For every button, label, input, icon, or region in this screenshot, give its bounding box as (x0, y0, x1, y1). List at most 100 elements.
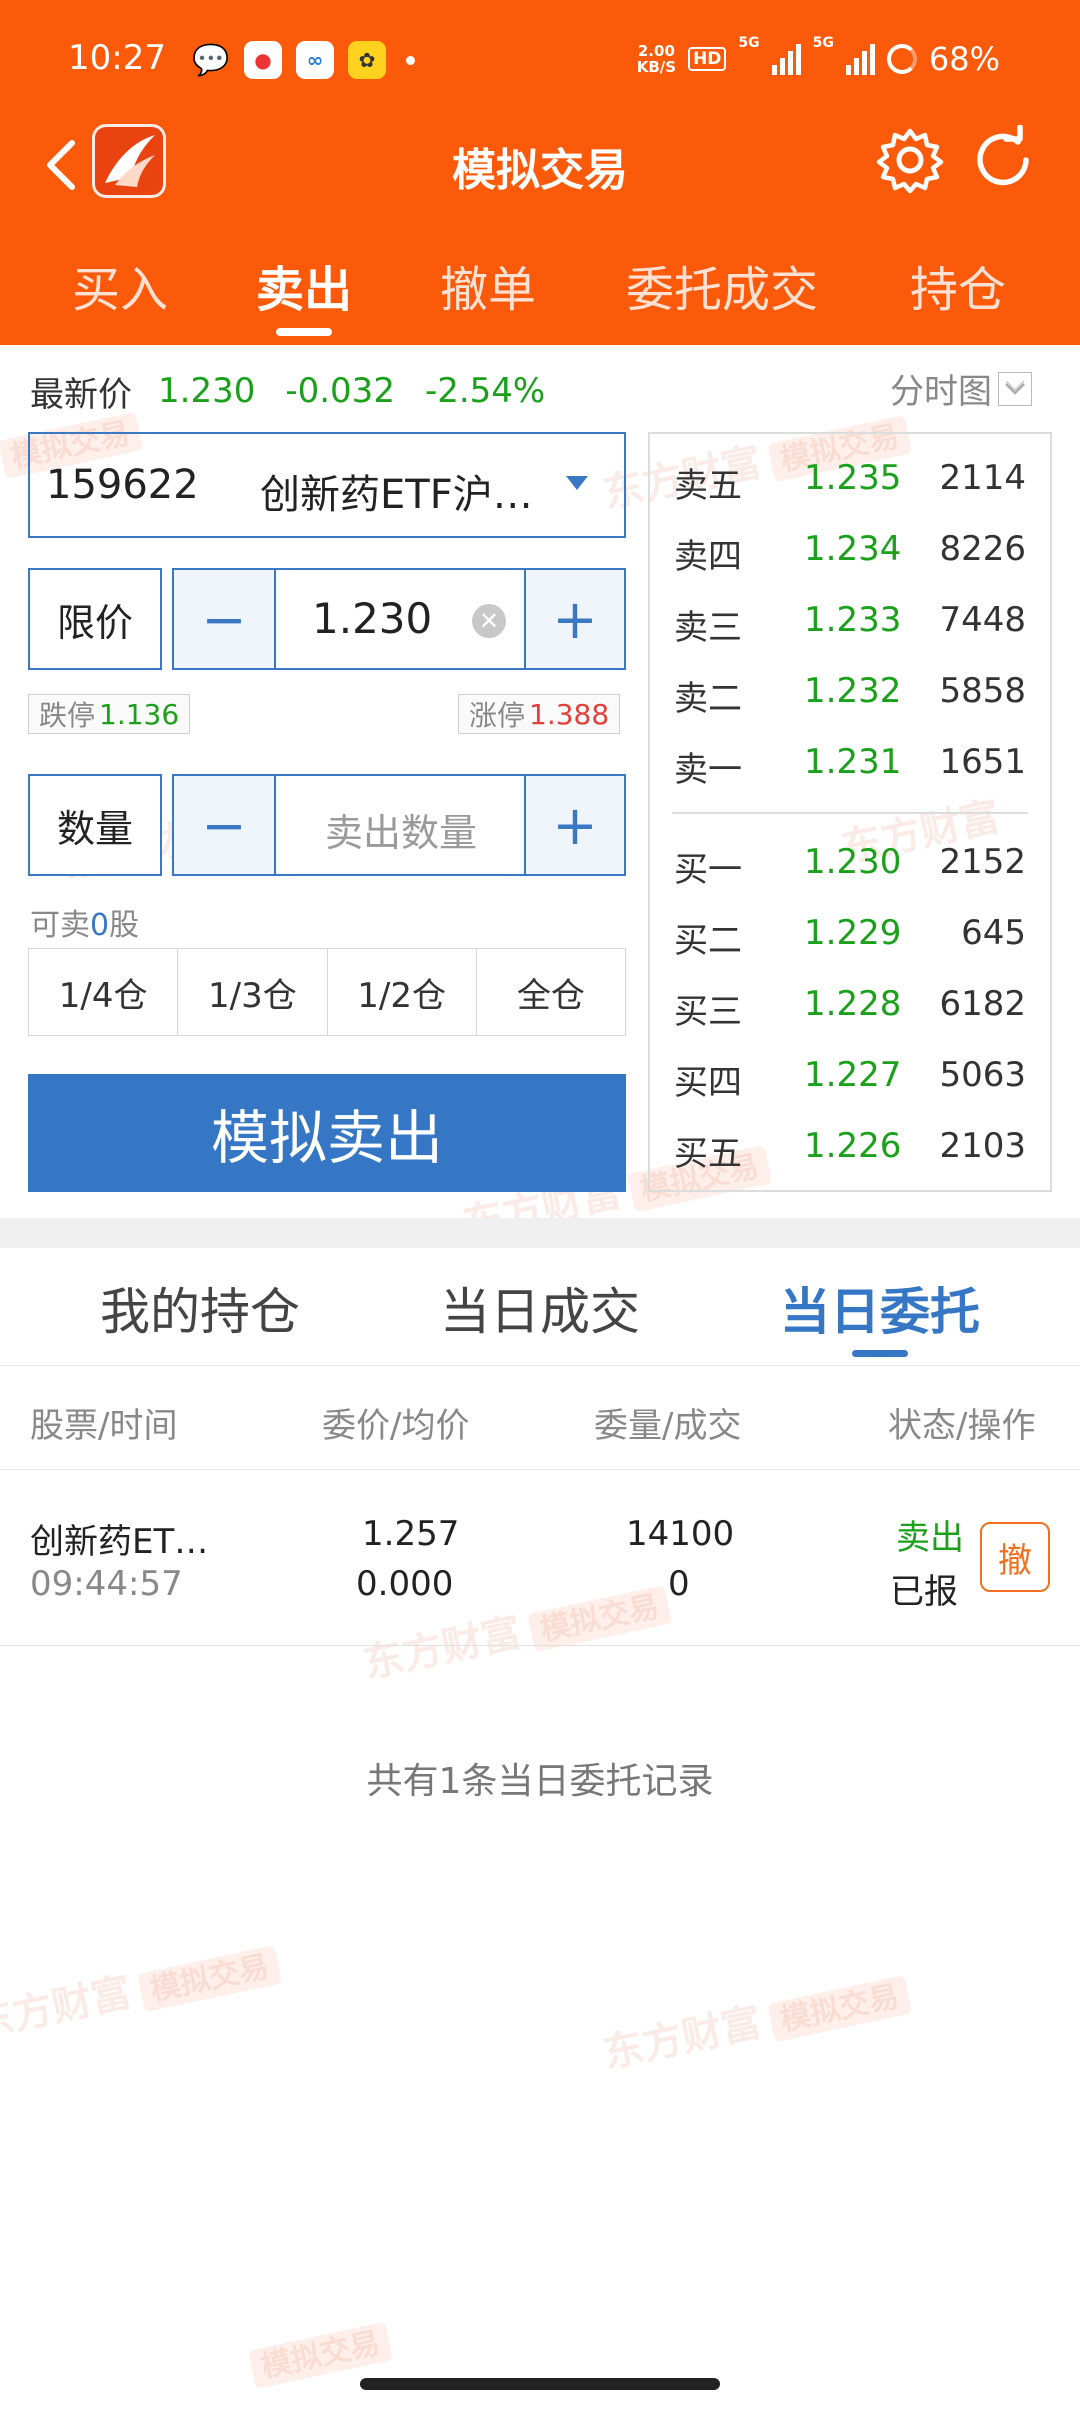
column-header: 委量/成交 (594, 1406, 742, 1446)
tab-orders-fills[interactable]: 委托成交 (626, 250, 818, 320)
portion-half-button[interactable]: 1/2仓 (328, 949, 477, 1035)
refresh-button[interactable] (968, 124, 1038, 195)
bid-row[interactable]: 买五 1.226 2103 (650, 1110, 1050, 1180)
records-tabs: 我的持仓 当日成交 当日委托 (0, 1248, 1080, 1366)
order-stock-name: 创新药ET… (30, 1522, 209, 1562)
section-divider (0, 1218, 1080, 1248)
net-type-label-2: 5G (812, 35, 834, 51)
refresh-icon (977, 124, 1029, 186)
tab-sell[interactable]: 卖出 (256, 250, 352, 320)
quantity-decrease-button[interactable]: − (172, 774, 276, 876)
intraday-chart-label: 分时图 (890, 372, 992, 412)
filled-quantity: 0 (668, 1564, 690, 1604)
order-time: 09:44:57 (30, 1564, 183, 1604)
price-decrease-button[interactable]: − (172, 568, 276, 670)
intraday-chart-toggle[interactable]: 分时图 (890, 364, 1032, 413)
status-bar: 10:27 💬 ● ∞ ✿ 2.00 KB/S HD 5G 5G 68% (0, 0, 1080, 120)
order-side: 卖出 (896, 1518, 964, 1558)
home-indicator[interactable] (360, 2378, 720, 2390)
tab-buy[interactable]: 买入 (72, 250, 168, 320)
ask-row[interactable]: 卖三 1.233 7448 (650, 584, 1050, 654)
column-header: 委价/均价 (322, 1406, 470, 1446)
price-type-selector[interactable]: 限价 (28, 568, 162, 670)
bid-row[interactable]: 买二 1.229 645 (650, 897, 1050, 967)
app-notification-icon: ● (244, 41, 282, 79)
tab-positions[interactable]: 持仓 (910, 250, 1006, 320)
clear-icon[interactable]: ✕ (472, 604, 506, 638)
average-price: 0.000 (356, 1564, 454, 1604)
quantity-increase-button[interactable]: + (524, 774, 626, 876)
latest-price-label: 最新价 (30, 374, 132, 415)
chevron-down-icon (998, 371, 1032, 406)
price-input[interactable]: 1.230 ✕ (276, 568, 526, 670)
portion-full-button[interactable]: 全仓 (477, 949, 625, 1035)
dropdown-arrow-icon (566, 476, 588, 490)
battery-percent: 68% (928, 40, 1000, 78)
status-right: 2.00 KB/S HD 5G 5G 68% (637, 36, 1000, 82)
net-type-label: 5G (738, 35, 760, 51)
price-increase-button[interactable]: + (524, 568, 626, 670)
network-speed: 2.00 KB/S (636, 42, 677, 76)
tab-today-fills[interactable]: 当日成交 (440, 1272, 640, 1344)
trade-tabs: 买入 卖出 撤单 委托成交 持仓 (0, 240, 1080, 345)
order-status: 已报 (890, 1572, 958, 1612)
active-records-tab-indicator (852, 1350, 908, 1357)
watermark: 东方财富模拟交易 (0, 1928, 283, 2049)
signal-icon (771, 43, 801, 75)
available-to-sell: 可卖0股 (30, 908, 140, 943)
limit-down-value: 1.136 (99, 697, 180, 731)
active-tab-indicator (276, 328, 332, 336)
order-book: 卖五 1.235 2114 卖四 1.234 8226 卖三 1.233 744… (648, 432, 1052, 1192)
column-header: 状态/操作 (888, 1406, 1036, 1446)
ask-row[interactable]: 卖一 1.231 1651 (650, 726, 1050, 796)
tab-today-orders[interactable]: 当日委托 (780, 1272, 980, 1344)
stock-selector[interactable]: 159622 创新药ETF沪… (28, 432, 626, 538)
limit-up-tag[interactable]: 涨停 1.388 (458, 694, 621, 734)
header: 10:27 💬 ● ∞ ✿ 2.00 KB/S HD 5G 5G 68% 模拟交… (0, 0, 1080, 345)
orders-summary: 共有1条当日委托记录 (366, 1761, 714, 1802)
simulated-sell-button[interactable]: 模拟卖出 (28, 1074, 626, 1192)
limit-down-label: 跌停 (39, 699, 96, 732)
latest-price: 1.230 (158, 371, 256, 411)
title-bar: 模拟交易 (0, 120, 1080, 210)
settings-button[interactable] (875, 125, 945, 195)
battery-icon (886, 44, 917, 74)
notification-icons: 💬 ● ∞ ✿ (192, 40, 415, 80)
stock-name: 创新药ETF沪… (260, 472, 533, 518)
bid-row[interactable]: 买一 1.230 2152 (650, 826, 1050, 896)
limit-up-label: 涨停 (469, 699, 526, 732)
table-row[interactable]: 创新药ET… 09:44:57 1.257 0.000 14100 0 卖出 已… (0, 1470, 1080, 1646)
tab-cancel-order[interactable]: 撤单 (440, 250, 536, 320)
price-value: 1.230 (312, 594, 433, 643)
cancel-order-button[interactable]: 撤 (980, 1522, 1050, 1592)
position-portion-selector: 1/4仓 1/3仓 1/2仓 全仓 (28, 948, 626, 1036)
available-shares: 0 (90, 908, 110, 943)
stock-code: 159622 (46, 462, 199, 508)
latest-quote: 最新价 1.230 -0.032 -2.54% (30, 366, 575, 416)
portion-third-button[interactable]: 1/3仓 (178, 949, 328, 1035)
orders-table-header: 股票/时间 委价/均价 委量/成交 状态/操作 (0, 1366, 1080, 1470)
gear-icon (876, 128, 944, 194)
price-change-pct: -2.54% (424, 371, 546, 411)
bid-row[interactable]: 买三 1.228 6182 (650, 968, 1050, 1038)
more-notifications-dot (406, 55, 415, 65)
portion-quarter-button[interactable]: 1/4仓 (29, 949, 179, 1035)
ask-row[interactable]: 卖四 1.234 8226 (650, 513, 1050, 583)
cloud-app-icon: ∞ (296, 41, 334, 79)
limit-down-tag[interactable]: 跌停 1.136 (28, 694, 191, 734)
quantity-input[interactable]: 卖出数量 (276, 774, 526, 876)
quantity-label: 数量 (28, 774, 162, 876)
price-change: -0.032 (285, 371, 395, 411)
signal-icon-2 (845, 43, 875, 75)
ask-row[interactable]: 卖二 1.232 5858 (650, 655, 1050, 725)
wechat-icon: 💬 (192, 42, 230, 78)
limit-up-value: 1.388 (529, 697, 610, 731)
order-book-divider (672, 812, 1028, 814)
tab-my-positions[interactable]: 我的持仓 (100, 1272, 300, 1344)
quantity-placeholder: 卖出数量 (324, 811, 477, 855)
watermark: 东方财富模拟交易 (597, 1958, 913, 2079)
rabbit-app-icon: ✿ (348, 41, 386, 79)
status-time: 10:27 (68, 38, 166, 78)
bid-row[interactable]: 买四 1.227 5063 (650, 1039, 1050, 1109)
ask-row[interactable]: 卖五 1.235 2114 (650, 442, 1050, 512)
